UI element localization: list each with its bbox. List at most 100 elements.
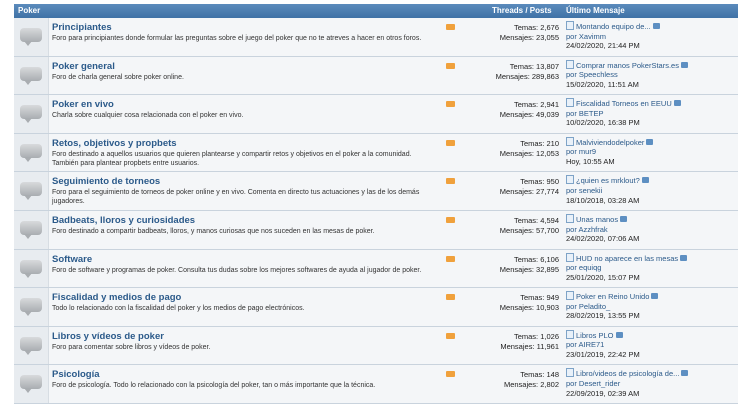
forum-stats: Temas: 950 Mensajes: 27,774 bbox=[459, 177, 559, 197]
document-icon bbox=[566, 136, 574, 146]
last-post-date: 25/01/2020, 15:07 PM bbox=[566, 272, 640, 282]
rss-icon[interactable] bbox=[446, 24, 455, 30]
rss-icon[interactable] bbox=[446, 332, 455, 339]
last-post-author[interactable]: por AIRE71 bbox=[566, 340, 738, 350]
rss-icon[interactable] bbox=[446, 101, 455, 108]
go-to-post-icon[interactable] bbox=[673, 100, 681, 107]
go-to-post-icon[interactable] bbox=[620, 215, 628, 222]
last-post-date: 23/01/2019, 22:42 PM bbox=[566, 349, 640, 359]
last-post-title-link[interactable]: Libros PLO bbox=[576, 331, 614, 340]
forum-status-cell bbox=[14, 95, 49, 133]
last-post-title-link[interactable]: Poker en Reino Unido bbox=[576, 292, 649, 301]
forum-status-cell bbox=[14, 18, 49, 56]
forum-title-link[interactable]: Poker general bbox=[52, 61, 115, 72]
forum-status-cell bbox=[14, 288, 49, 326]
last-post-title-link[interactable]: Comprar manos PokerStars.es bbox=[576, 61, 679, 70]
document-icon bbox=[566, 291, 574, 301]
go-to-post-icon[interactable] bbox=[680, 254, 688, 261]
thread-count: Temas: 210 bbox=[520, 138, 559, 148]
forum-row: Seguimiento de torneos Foro para el segu… bbox=[14, 172, 738, 211]
thread-count: Temas: 949 bbox=[520, 293, 559, 303]
last-post: Montando equipo de... por Xavimm 24/02/2… bbox=[566, 21, 738, 51]
thread-count: Temas: 148 bbox=[520, 370, 559, 380]
speech-bubble-icon bbox=[20, 298, 42, 317]
last-post-title-link[interactable]: Malviviendodelpoker bbox=[576, 138, 644, 147]
last-post-author[interactable]: por BETEP bbox=[566, 109, 738, 119]
speech-bubble-icon bbox=[20, 28, 42, 46]
forum-description: Charla sobre cualquier cosa relacionada … bbox=[52, 112, 244, 120]
last-post: Libros PLO por AIRE71 23/01/2019, 22:42 … bbox=[566, 329, 738, 360]
header-forum: Poker bbox=[18, 6, 41, 15]
last-post-title-link[interactable]: Unas manos bbox=[576, 215, 618, 224]
rss-icon[interactable] bbox=[446, 178, 455, 185]
forum-description: Foro destinado a aquellos usuarios que q… bbox=[52, 150, 412, 167]
go-to-post-icon[interactable] bbox=[652, 23, 660, 29]
rss-icon[interactable] bbox=[446, 139, 455, 146]
forum-stats: Temas: 949 Mensajes: 10,903 bbox=[459, 293, 559, 313]
forum-title-link[interactable]: Badbeats, lloros y curiosidades bbox=[52, 215, 195, 226]
last-post-author[interactable]: por equiqg bbox=[566, 263, 738, 273]
last-post-author[interactable]: por Xavimm bbox=[566, 32, 738, 42]
forum-description: Foro para principiantes donde formular l… bbox=[52, 35, 422, 42]
forum-title-link[interactable]: Seguimiento de torneos bbox=[52, 176, 160, 187]
rss-icon[interactable] bbox=[446, 294, 455, 301]
last-post: Comprar manos PokerStars.es por Speechle… bbox=[566, 59, 738, 90]
document-icon bbox=[566, 21, 574, 30]
forum-row: Libros y vídeos de poker Foro para comen… bbox=[14, 326, 738, 366]
forum-title-link[interactable]: Retos, objetivos y propbets bbox=[52, 138, 177, 149]
last-post: HUD no aparece en las mesas por equiqg 2… bbox=[566, 252, 738, 283]
rss-icon[interactable] bbox=[446, 62, 455, 69]
last-post-title-link[interactable]: Fiscalidad Torneos en EEUU bbox=[576, 99, 672, 108]
speech-bubble-icon bbox=[20, 143, 42, 162]
forum-title-link[interactable]: Psicología bbox=[52, 369, 100, 380]
forum-description: Foro de software y programas de poker. C… bbox=[52, 266, 422, 274]
last-post-date: 22/09/2019, 02:39 AM bbox=[566, 388, 640, 398]
header-last-message: Último Mensaje bbox=[566, 6, 625, 15]
last-post-title-link[interactable]: ¿quien es mrklout? bbox=[576, 176, 640, 185]
last-post-title-link[interactable]: HUD no aparece en las mesas bbox=[576, 254, 678, 263]
last-post-date: 10/02/2020, 16:38 PM bbox=[566, 118, 640, 128]
forum-title-link[interactable]: Principiantes bbox=[52, 22, 112, 33]
thread-count: Temas: 2,941 bbox=[513, 100, 559, 110]
go-to-post-icon[interactable] bbox=[680, 61, 688, 68]
go-to-post-icon[interactable] bbox=[641, 177, 649, 184]
document-icon bbox=[566, 329, 574, 339]
rss-icon[interactable] bbox=[446, 255, 455, 262]
last-post-date: 24/02/2020, 07:06 AM bbox=[566, 234, 640, 244]
forum-row: Badbeats, lloros y curiosidades Foro des… bbox=[14, 210, 738, 250]
forum-title-link[interactable]: Poker en vivo bbox=[52, 99, 114, 110]
go-to-post-icon[interactable] bbox=[615, 331, 623, 338]
document-icon bbox=[566, 98, 574, 108]
document-icon bbox=[566, 175, 574, 185]
last-post-author[interactable]: por senekii bbox=[566, 186, 738, 196]
post-count: Mensajes: 10,903 bbox=[499, 303, 559, 313]
speech-bubble-icon bbox=[20, 105, 42, 124]
last-post-author[interactable]: por Speechless bbox=[566, 70, 738, 80]
speech-bubble-icon bbox=[20, 66, 42, 85]
last-post: ¿quien es mrklout? por senekii 18/10/201… bbox=[566, 175, 738, 205]
last-post-author[interactable]: por mur9 bbox=[566, 147, 738, 157]
post-count: Mensajes: 49,039 bbox=[499, 110, 559, 120]
forum-row: Poker general Foro de charla general sob… bbox=[14, 56, 738, 96]
forum-status-cell bbox=[14, 249, 49, 288]
forum-title-link[interactable]: Libros y vídeos de poker bbox=[52, 331, 164, 342]
forum-row: Poker en vivo Charla sobre cualquier cos… bbox=[14, 95, 738, 134]
last-post-title-link[interactable]: Libro/videos de psicología de... bbox=[576, 369, 679, 378]
forum-title-link[interactable]: Software bbox=[52, 254, 92, 265]
last-post: Fiscalidad Torneos en EEUU por BETEP 10/… bbox=[566, 98, 738, 128]
last-post-author[interactable]: por Peladito_ bbox=[566, 302, 738, 312]
rss-icon[interactable] bbox=[446, 216, 455, 223]
go-to-post-icon[interactable] bbox=[646, 138, 654, 145]
post-count: Mensajes: 57,700 bbox=[499, 225, 559, 235]
forum-stats: Temas: 6,106 Mensajes: 32,895 bbox=[459, 255, 559, 275]
forum-row: Software Foro de software y programas de… bbox=[14, 249, 738, 289]
forum-title-link[interactable]: Fiscalidad y medios de pago bbox=[52, 292, 181, 303]
last-post-author[interactable]: por Desert_rider bbox=[566, 379, 738, 389]
forum-status-cell bbox=[14, 172, 49, 210]
last-post-author[interactable]: por Azzhfrak bbox=[566, 225, 738, 235]
last-post-title-link[interactable]: Montando equipo de... bbox=[576, 22, 651, 31]
rss-icon[interactable] bbox=[446, 371, 455, 378]
go-to-post-icon[interactable] bbox=[681, 370, 689, 377]
go-to-post-icon[interactable] bbox=[651, 293, 659, 300]
speech-bubble-icon bbox=[20, 259, 42, 278]
